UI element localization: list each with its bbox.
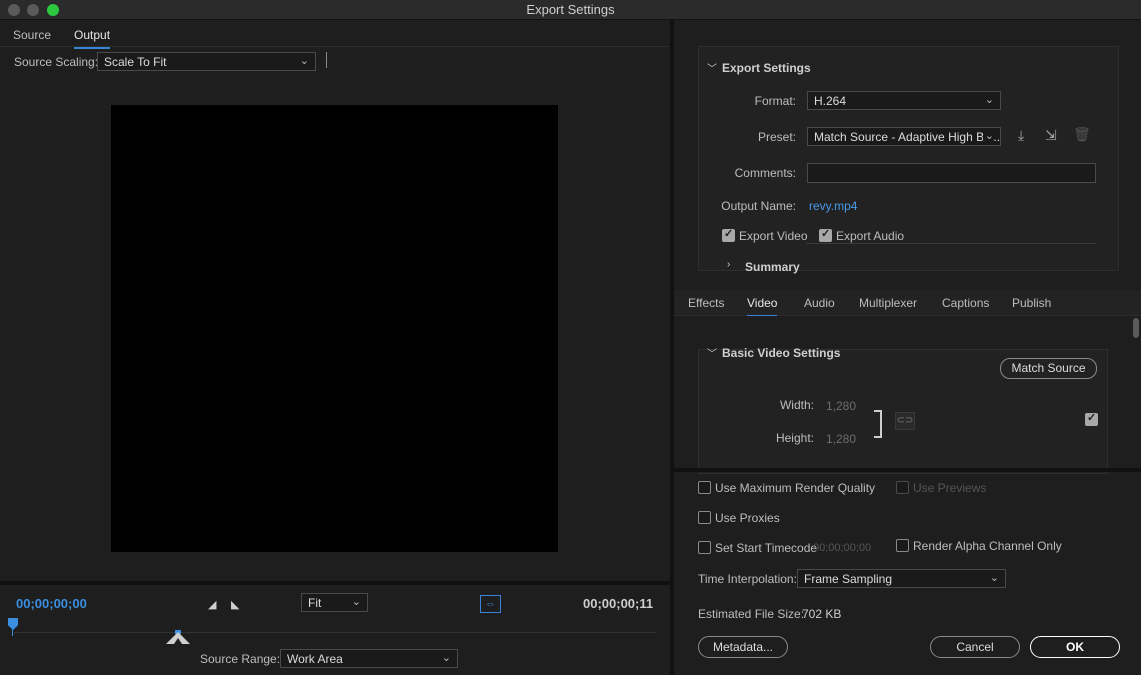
set-start-timecode-checkbox[interactable] [698,541,711,554]
export-audio-label: Export Audio [836,229,905,243]
tab-source[interactable]: Source [13,28,51,42]
fit-frame-icon[interactable]: ⇔ [480,595,501,613]
chevron-down-icon: ⌄ [351,596,361,608]
tab-output[interactable]: Output [74,28,111,49]
metadata-button[interactable]: Metadata... [698,636,788,658]
width-label: Width: [779,398,814,412]
current-timecode[interactable]: 00;00;00;00 [16,596,87,611]
chevron-down-icon: ⌄ [982,129,994,142]
comments-label: Comments: [734,166,796,180]
tab-effects[interactable]: Effects [688,296,724,310]
duration-timecode: 00;00;00;11 [583,596,654,611]
source-scaling-value: Scale To Fit [104,55,167,69]
width-value[interactable]: 1,280 [826,399,856,413]
aspect-bracket [874,410,882,438]
export-settings-section: ﹀ Export Settings Format: H.264 ⌄ Preset… [698,46,1119,274]
format-label: Format: [754,94,796,108]
settings-panel: ﹀ Export Settings Format: H.264 ⌄ Preset… [674,20,1141,675]
preview-panel: Source Output Source Scaling: Scale To F… [0,20,670,675]
basic-video-settings-section: ﹀ Basic Video Settings Match Source Widt… [698,346,1108,474]
use-proxies-label: Use Proxies [715,511,780,525]
download-icon[interactable]: ⤓ [1018,127,1024,144]
source-scaling-label: Source Scaling: [14,55,99,69]
trash-icon[interactable]: 🗑 [1073,126,1091,143]
scrollbar[interactable] [1133,318,1139,338]
zoom-select[interactable]: Fit ⌄ [301,593,368,612]
window-title: Export Settings [526,2,615,17]
tab-captions[interactable]: Captions [942,296,989,310]
render-alpha-checkbox[interactable] [896,539,909,552]
preset-label: Preset: [757,130,796,144]
chevron-right-icon[interactable]: › [727,259,730,270]
output-name-label: Output Name: [721,199,796,213]
export-settings-title: Export Settings [722,61,811,75]
max-render-checkbox[interactable] [698,481,711,494]
settings-tabs: Effects Video Audio Multiplexer Captions… [674,290,1141,317]
tab-video[interactable]: Video [747,296,778,317]
chevron-down-icon[interactable]: ﹀ [707,345,717,360]
source-range-label: Source Range: [200,652,281,666]
timeline-track[interactable] [14,632,656,633]
source-range-select[interactable]: Work Area ⌄ [280,649,458,668]
mark-out-icon[interactable]: ◣ [231,598,239,611]
playhead-line [12,628,13,636]
chevron-down-icon: ⌄ [299,55,309,67]
tab-publish[interactable]: Publish [1012,296,1051,310]
use-previews-label: Use Previews [913,481,987,495]
video-settings-scroll[interactable]: ﹀ Basic Video Settings Match Source Widt… [674,316,1141,474]
link-icon[interactable]: ⊂⊃ [895,412,915,430]
time-interpolation-value: Frame Sampling [804,572,893,586]
timeline-divider [0,581,670,585]
export-video-checkbox[interactable] [722,227,735,242]
preset-value: Match Source - Adaptive High Bit... [814,130,1001,144]
preset-select[interactable]: Match Source - Adaptive High Bit... ⌄ [807,127,1001,146]
output-name-link[interactable]: revy.mp4 [809,199,857,213]
cancel-button[interactable]: Cancel [930,636,1020,658]
summary-divider [806,243,1096,244]
estimated-size-value: 702 KB [802,607,842,621]
tab-audio[interactable]: Audio [804,296,835,310]
max-render-label: Use Maximum Render Quality [715,481,876,495]
chevron-down-icon[interactable]: ﹀ [707,60,717,75]
estimated-size-label: Estimated File Size: [698,607,805,621]
set-start-timecode-label: Set Start Timecode [715,541,818,555]
zoom-value: Fit [308,596,322,610]
render-options: Use Maximum Render Quality Use Previews … [674,472,1141,675]
match-dimensions-checkbox[interactable] [1085,411,1098,426]
export-video-label: Export Video [739,229,808,243]
chevron-down-icon: ⌄ [984,94,994,106]
time-interpolation-select[interactable]: Frame Sampling ⌄ [797,569,1006,588]
preview-tabs: Source Output [0,20,670,49]
height-label: Height: [775,431,814,445]
use-proxies-checkbox[interactable] [698,511,711,524]
video-preview [111,105,558,552]
render-alpha-label: Render Alpha Channel Only [913,539,1062,553]
title-bar: Export Settings [0,0,1141,20]
summary-title[interactable]: Summary [745,260,800,274]
height-value[interactable]: 1,280 [826,432,856,446]
export-audio-checkbox[interactable] [819,227,832,242]
ok-button[interactable]: OK [1030,636,1120,658]
chevron-down-icon: ⌄ [989,572,999,584]
format-value: H.264 [814,94,847,108]
work-area-handle-icon[interactable] [166,630,190,644]
source-scaling-select[interactable]: Scale To Fit ⌄ [97,52,316,71]
chevron-down-icon: ⌄ [441,652,451,664]
import-icon[interactable]: ⇲ [1045,127,1057,144]
source-range-value: Work Area [287,652,343,666]
start-timecode-value[interactable]: 00;00;00;00 [813,542,871,554]
toolbar-divider [326,52,327,68]
tab-multiplexer[interactable]: Multiplexer [859,296,917,310]
basic-video-settings-title: Basic Video Settings [722,346,841,360]
match-source-button[interactable]: Match Source [1000,358,1097,379]
format-select[interactable]: H.264 ⌄ [807,91,1001,110]
mark-in-icon[interactable]: ◢ [208,598,216,611]
comments-field[interactable] [807,163,1096,183]
time-interpolation-label: Time Interpolation: [698,572,797,586]
use-previews-checkbox[interactable] [896,481,909,494]
playhead[interactable] [8,618,18,630]
